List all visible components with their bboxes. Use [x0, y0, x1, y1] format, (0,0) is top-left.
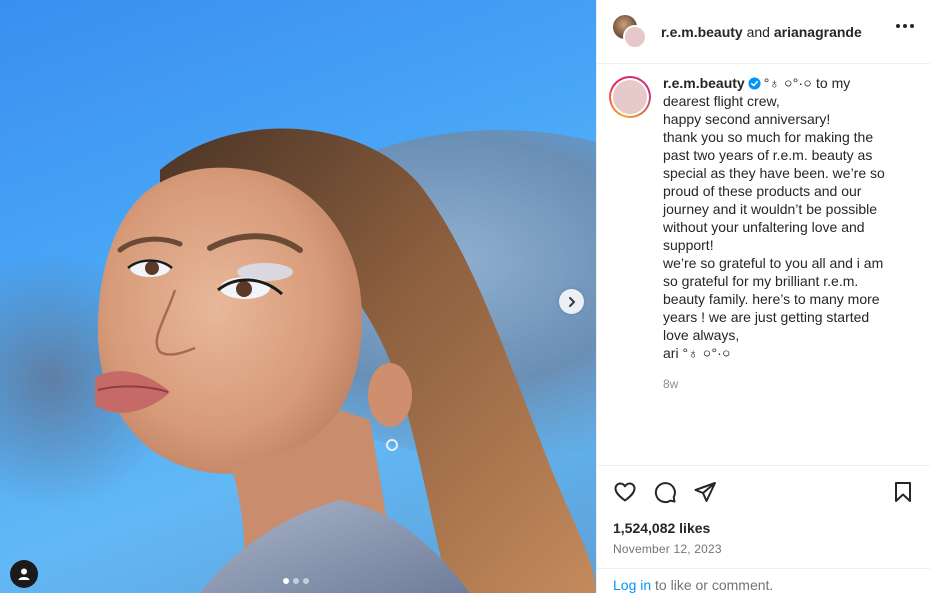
post-header: r.e.m.beauty and arianagrande: [597, 0, 930, 64]
portrait-image: [95, 128, 596, 593]
caption-line: so grateful for my brilliant r.e.m.: [663, 273, 859, 289]
post-actions: 1,524,082 likes November 12, 2023: [597, 465, 930, 556]
post-media[interactable]: [0, 0, 596, 593]
login-prompt: Log in to like or comment.: [597, 568, 930, 593]
caption-line: dearest flight crew,: [663, 93, 780, 109]
collab-avatars[interactable]: [613, 14, 647, 49]
caption-line: past two years of r.e.m. beauty as: [663, 147, 873, 163]
next-slide-button[interactable]: [559, 289, 584, 314]
caption-line: thank you so much for making the: [663, 129, 874, 145]
caption-line: °♁ ০°·০ to my: [763, 75, 851, 91]
post-age[interactable]: 8w: [663, 375, 913, 393]
login-prompt-text: to like or comment.: [651, 577, 774, 593]
author-avatar[interactable]: [609, 76, 651, 118]
author-names: r.e.m.beauty and arianagrande: [661, 24, 862, 40]
caption-section: r.e.m.beauty °♁ ০°·০ to my dearest fligh…: [597, 64, 930, 464]
caption-text: r.e.m.beauty °♁ ০°·০ to my dearest fligh…: [663, 74, 913, 464]
caption-line: beauty family. here’s to many more: [663, 291, 880, 307]
like-count[interactable]: 1,524,082 likes: [597, 520, 930, 536]
caption-line: proud of these products and our: [663, 183, 862, 199]
action-bar: [597, 466, 930, 518]
carousel-indicator: [283, 578, 309, 584]
carousel-dot: [303, 578, 309, 584]
user-icon: [18, 568, 30, 580]
share-icon[interactable]: [693, 480, 717, 504]
caption-line: special as they have been. we’re so: [663, 165, 885, 181]
caption-line: support!: [663, 237, 714, 253]
caption-line: ari °♁ ০°·০: [663, 345, 731, 361]
post-details-panel: r.e.m.beauty and arianagrande r.e.m.beau…: [596, 0, 930, 593]
caption-line: we’re so grateful to you all and i am: [663, 255, 884, 271]
verified-badge-icon: [748, 77, 761, 90]
caption-username[interactable]: r.e.m.beauty: [663, 75, 745, 91]
comment-icon[interactable]: [653, 480, 677, 504]
carousel-dot: [293, 578, 299, 584]
collaborator-link[interactable]: arianagrande: [774, 24, 862, 40]
heart-icon[interactable]: [613, 480, 637, 504]
carousel-dot: [283, 578, 289, 584]
connector-text: and: [746, 23, 770, 40]
caption-line: love always,: [663, 327, 740, 343]
caption-line: journey and it wouldn’t be possible: [663, 201, 878, 217]
bookmark-icon[interactable]: [891, 480, 915, 504]
post-date: November 12, 2023: [613, 542, 722, 556]
login-link[interactable]: Log in: [613, 577, 651, 593]
caption-line: happy second anniversary!: [663, 111, 831, 127]
avatar: [623, 24, 647, 49]
caption-line: without your unfaltering love and: [663, 219, 865, 235]
chevron-right-icon: [568, 296, 575, 307]
more-options-icon[interactable]: [896, 24, 914, 28]
author-link[interactable]: r.e.m.beauty: [661, 24, 743, 40]
tagged-users-button[interactable]: [10, 560, 38, 588]
caption-line: years ! we are just getting started: [663, 309, 870, 325]
